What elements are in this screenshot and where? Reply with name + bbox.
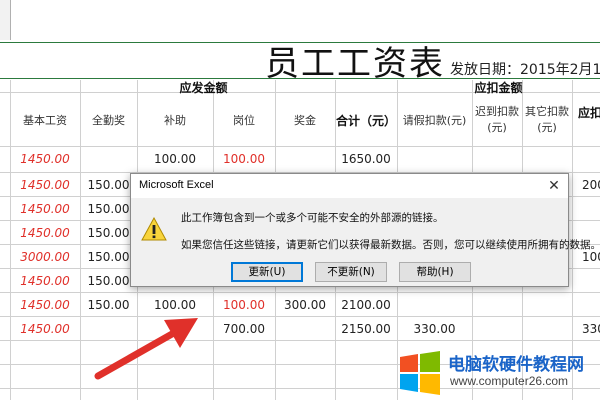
table-cell[interactable]: 200 bbox=[572, 178, 600, 192]
dialog-title: Microsoft Excel bbox=[139, 179, 214, 191]
table-cell[interactable]: 150.00 bbox=[80, 226, 137, 240]
dont-update-button[interactable]: 不更新(N) bbox=[315, 262, 387, 282]
close-icon[interactable]: ✕ bbox=[540, 174, 568, 198]
grid-line bbox=[0, 292, 600, 293]
row-header-stub bbox=[0, 0, 11, 40]
table-cell[interactable]: 700.00 bbox=[213, 322, 275, 336]
table-cell[interactable]: 150.00 bbox=[80, 178, 137, 192]
watermark-text: 电脑软硬件教程网 bbox=[448, 355, 584, 375]
table-cell[interactable]: 150.00 bbox=[80, 202, 137, 216]
table-cell[interactable]: 150.00 bbox=[80, 250, 137, 264]
issue-date: 发放日期：2015年2月12日 bbox=[450, 62, 600, 78]
table-cell[interactable]: 1450.00 bbox=[10, 298, 80, 312]
grid-line bbox=[10, 80, 11, 400]
table-cell[interactable]: 2100.00 bbox=[335, 298, 397, 312]
group-header-pay: 应发金额 bbox=[179, 81, 228, 95]
col-header[interactable]: 岗位 bbox=[213, 112, 275, 128]
external-links-dialog: Microsoft Excel ✕ 此工作簿包含到一个或多个可能不安全的外部源的… bbox=[130, 173, 600, 287]
group-header-deduct: 应扣金额 bbox=[474, 81, 523, 95]
table-cell[interactable]: 100 bbox=[572, 250, 600, 264]
col-header[interactable]: 迟到扣款(元) bbox=[472, 104, 522, 136]
col-header[interactable]: 基本工资 bbox=[10, 112, 80, 128]
table-cell[interactable]: 150.00 bbox=[80, 274, 137, 288]
warning-icon bbox=[141, 217, 167, 241]
table-cell[interactable]: 1450.00 bbox=[10, 226, 80, 240]
grid-line bbox=[80, 80, 81, 400]
table-cell[interactable]: 1650.00 bbox=[335, 152, 397, 166]
table-cell[interactable]: 100.00 bbox=[213, 152, 275, 166]
table-cell[interactable]: 1450.00 bbox=[10, 202, 80, 216]
table-cell[interactable]: 1450.00 bbox=[10, 322, 80, 336]
watermark: 电脑软硬件教程网 www.computer26.com bbox=[396, 349, 596, 399]
col-header[interactable]: 应扣 bbox=[572, 104, 600, 121]
col-header[interactable]: 补助 bbox=[137, 112, 213, 128]
table-cell[interactable]: 100.00 bbox=[213, 298, 275, 312]
table-cell[interactable]: 1450.00 bbox=[10, 274, 80, 288]
grid-line bbox=[0, 146, 600, 147]
col-header[interactable]: 全勤奖 bbox=[80, 112, 137, 128]
table-cell[interactable]: 100.00 bbox=[137, 152, 213, 166]
table-cell[interactable]: 330.00 bbox=[397, 322, 472, 336]
table-cell[interactable]: 1450.00 bbox=[10, 152, 80, 166]
table-cell[interactable]: 3000.00 bbox=[10, 250, 80, 264]
table-cell[interactable]: 300.00 bbox=[275, 298, 335, 312]
dialog-message-line1: 此工作簿包含到一个或多个可能不安全的外部源的链接。 bbox=[181, 212, 444, 224]
table-cell[interactable]: 2150.00 bbox=[335, 322, 397, 336]
col-header[interactable]: 其它扣款(元) bbox=[522, 104, 572, 136]
windows-logo-icon bbox=[400, 351, 440, 395]
col-header[interactable]: 请假扣款(元) bbox=[397, 112, 472, 128]
watermark-url: www.computer26.com bbox=[450, 374, 569, 388]
table-cell[interactable]: 330 bbox=[572, 322, 600, 336]
update-button[interactable]: 更新(U) bbox=[231, 262, 303, 282]
table-cell[interactable]: 1450.00 bbox=[10, 178, 80, 192]
dialog-message-line2: 如果您信任这些链接，请更新它们以获得最新数据。否则，您可以继续使用所拥有的数据。 bbox=[181, 239, 600, 251]
help-button[interactable]: 帮助(H) bbox=[399, 262, 471, 282]
col-header[interactable]: 合计（元） bbox=[335, 112, 397, 129]
dialog-titlebar[interactable]: Microsoft Excel ✕ bbox=[131, 174, 568, 198]
red-arrow-icon bbox=[94, 318, 198, 380]
col-header[interactable]: 奖金 bbox=[275, 112, 335, 128]
